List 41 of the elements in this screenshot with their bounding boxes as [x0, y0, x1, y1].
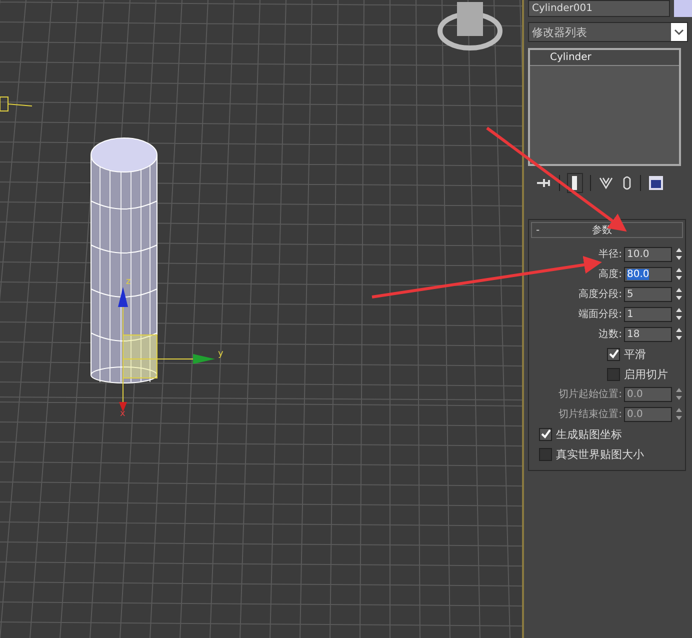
spinner-label: 切片起始位置:	[558, 388, 623, 401]
spinner-field[interactable]: 18	[624, 326, 672, 342]
spinner-label: 高度:	[598, 268, 623, 281]
spinner-label: 端面分段:	[578, 308, 623, 321]
modifier-list-dropdown[interactable]: 修改器列表	[528, 22, 688, 42]
spinner-arrows-icon[interactable]	[675, 266, 683, 282]
spinner-label: 高度分段:	[578, 288, 623, 301]
axis-label: x	[120, 409, 126, 419]
collapse-sign: -	[535, 224, 540, 236]
spinner-field[interactable]: 10.0	[624, 246, 672, 262]
viewport[interactable]: z y x	[0, 0, 524, 638]
gizmo-plane-handle[interactable]	[122, 334, 158, 378]
spinner-label: 边数:	[598, 328, 623, 341]
modifier-stack-item[interactable]: Cylinder	[530, 50, 679, 66]
spinner-field[interactable]: 80.0	[624, 266, 672, 282]
viewcube-drawing	[438, 2, 502, 50]
axis-label: y	[218, 349, 224, 359]
object-name-field[interactable]: Cylinder001	[528, 0, 670, 17]
spinner-label: 半径:	[598, 248, 623, 261]
spinner-arrows-icon[interactable]	[675, 246, 683, 262]
spinner-arrows-icon[interactable]	[675, 326, 683, 342]
checkbox[interactable]	[539, 428, 552, 440]
spinner-arrows-icon[interactable]	[675, 406, 683, 422]
spinner-field[interactable]: 1	[624, 306, 672, 322]
checkbox-label: 生成贴图坐标	[556, 426, 622, 442]
spinner-arrows-icon[interactable]	[675, 286, 683, 302]
checkbox[interactable]	[539, 448, 552, 460]
spinner-field[interactable]: 5	[624, 286, 672, 302]
object-color-swatch[interactable]	[674, 0, 692, 17]
small-gizmo-icon	[0, 96, 32, 112]
axis-label: z	[126, 277, 131, 287]
checkbox-label: 启用切片	[624, 366, 668, 382]
spinner-label: 切片结束位置:	[558, 408, 623, 421]
spinner-arrows-icon[interactable]	[675, 386, 683, 402]
checkbox[interactable]	[607, 348, 620, 360]
checkbox-label: 真实世界贴图大小	[556, 446, 644, 462]
spinner-arrows-icon[interactable]	[675, 306, 683, 322]
checkbox[interactable]	[607, 368, 620, 380]
chevron-down-icon	[671, 23, 687, 41]
transform-gizmo[interactable]	[118, 287, 215, 412]
checkbox-label: 平滑	[624, 346, 646, 362]
